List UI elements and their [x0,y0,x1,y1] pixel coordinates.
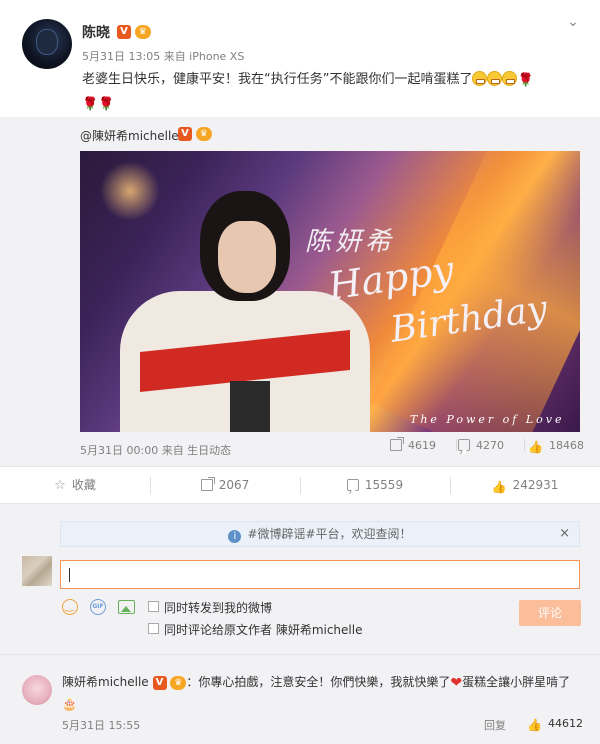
favorite-label: 收藏 [71,478,96,492]
image-tagline: The Power of Love [410,413,565,426]
comment-input[interactable] [60,560,580,589]
photo-sweater-motif [230,381,270,432]
comment-count: 15559 [364,478,404,492]
heart-emoji-icon: ❤ [450,675,463,691]
comment-item: 陳妍希michelle V ♛ ：你專心拍戲，注意安全！你們快樂，我就快樂了❤蛋糕… [0,654,600,744]
verified-icon: V [117,24,131,39]
grin-emoji-icon [502,71,518,86]
repost-author[interactable]: @陳妍希michelle [80,127,179,144]
repost-meta: 5月31日 00:00 来自 生日动态 [80,444,232,457]
notice-text[interactable]: #微博辟谣#平台，欢迎查阅！ [247,527,411,541]
repost-likes-value: 18468 [548,439,584,452]
cake-emoji-icon: 🎂 [62,697,77,711]
comment-author-checkbox-label[interactable]: 同时评论给原文作者 陳妍希michelle [164,621,362,638]
author-avatar[interactable] [22,19,72,69]
reply-button[interactable]: 回复 [484,717,506,733]
comment-icon [458,439,470,451]
info-icon: i [228,530,242,543]
birthday-image[interactable]: 陈妍希 Happy Birthday The Power of Love [80,151,580,432]
author-badges: V ♛ [117,24,151,39]
image-chinese-name: 陈妍希 [305,227,396,257]
commenter-name[interactable]: 陳妍希michelle [62,675,149,689]
comment-like-count: 44612 [547,717,583,730]
commenter-avatar[interactable] [22,675,52,705]
reposted-content: @陳妍希michelle V ♛ 陈妍希 Happy Birthday The … [0,117,600,466]
vip-crown-icon: ♛ [195,126,212,141]
share-count: 2067 [218,478,250,492]
author-name[interactable]: 陈晓 [82,22,110,42]
like-button[interactable]: 👍 242931 [450,467,600,504]
rumor-notice-banner[interactable]: i #微博辟谣#平台，欢迎查阅！ × [60,521,580,547]
comment-body-b: 蛋糕全讓小胖星啃了 [462,675,571,689]
like-icon: 👍 [491,480,507,494]
repost-shares-value: 4619 [408,439,436,452]
like-count: 242931 [512,478,559,492]
comment-button[interactable]: 15559 [300,467,450,504]
share-icon [200,477,215,491]
like-icon: 👍 [527,718,542,732]
share-icon [390,437,404,451]
repost-badges: V ♛ [178,126,212,141]
vip-crown-icon: ♛ [134,24,151,39]
repost-checkbox-label[interactable]: 同时转发到我的微博 [164,599,272,616]
star-icon: ☆ [54,478,66,493]
rose-emoji-icon: 🌹 [82,97,99,112]
repost-share-count[interactable]: 4619 [390,437,436,452]
comment-section: i #微博辟谣#平台，欢迎查阅！ × GIF 同时转发到我的微博 同时评论给原文作… [0,504,600,744]
repost-comments-value: 4270 [476,439,504,452]
post-text: 老婆生日快乐，健康平安！我在“执行任务”不能跟你们一起啃蛋糕了 🌹 🌹🌹 [82,68,582,116]
post-text-body: 老婆生日快乐，健康平安！我在“执行任务”不能跟你们一起啃蛋糕了 [82,72,473,87]
repost-checkbox[interactable] [148,601,159,612]
text-cursor [69,568,70,582]
repost-comment-count[interactable]: 4270 [458,439,504,452]
share-button[interactable]: 2067 [150,467,300,504]
like-icon: 👍 [528,440,543,454]
repost-like-count[interactable]: 👍 18468 [528,439,584,454]
comment-like-button[interactable]: 👍 44612 [527,717,583,732]
current-user-avatar [22,556,52,586]
verified-icon: V [178,126,192,141]
comment-time: 5月31日 15:55 [62,719,141,732]
gif-icon[interactable]: GIF [90,599,106,615]
favorite-button[interactable]: ☆ 收藏 [0,467,150,504]
post-meta: 5月31日 13:05 来自 iPhone XS [82,50,245,63]
photo-face [218,221,276,293]
comment-text: 陳妍希michelle V ♛ ：你專心拍戲，注意安全！你們快樂，我就快樂了❤蛋糕… [62,672,582,715]
vip-crown-icon: ♛ [170,675,187,690]
verified-icon: V [152,675,167,690]
rose-emoji-icon: 🌹 [517,73,534,88]
grin-emoji-icon [487,71,503,86]
rose-emoji-icon: 🌹 [98,97,115,112]
comment-icon [346,479,359,491]
submit-comment-button[interactable]: 评论 [519,600,581,626]
picture-icon[interactable] [118,600,135,614]
emoji-icon[interactable] [62,599,78,615]
comment-author-checkbox[interactable] [148,623,159,634]
comment-body-a: ：你專心拍戲，注意安全！你們快樂，我就快樂了 [186,675,451,689]
close-icon[interactable]: × [559,522,570,546]
chevron-down-icon[interactable]: ⌄ [564,14,582,32]
action-bar: ☆ 收藏 2067 15559 👍 242931 [0,466,600,504]
grin-emoji-icon [472,71,488,86]
weibo-post: 陈晓 V ♛ ⌄ 5月31日 13:05 来自 iPhone XS 老婆生日快乐… [0,0,600,744]
